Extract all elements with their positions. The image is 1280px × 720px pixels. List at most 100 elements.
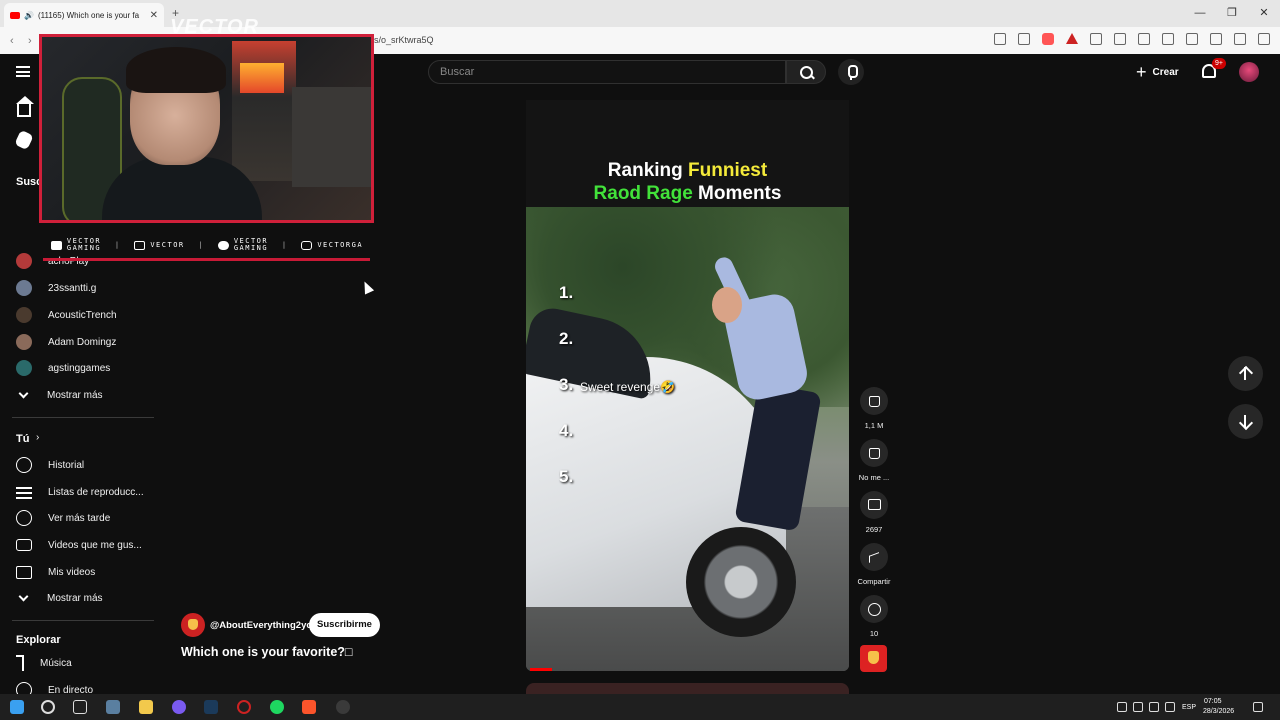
sidebar-channel[interactable]: AcousticTrench [16, 305, 117, 325]
clock-time[interactable]: 07:05 [1204, 697, 1222, 706]
show-more-label: Mostrar más [47, 592, 103, 604]
search-button[interactable] [786, 60, 826, 84]
short-description: Which one is your favorite?□ [181, 645, 353, 659]
next-short-preview[interactable] [526, 683, 849, 694]
sidebar-toggle-icon[interactable] [1162, 33, 1174, 45]
windows-start-icon[interactable] [10, 700, 24, 714]
steam-icon[interactable] [204, 700, 218, 714]
opera-icon[interactable] [237, 700, 251, 714]
thumbs-down-icon[interactable] [860, 439, 888, 467]
channel-handle[interactable]: @AboutEverything2yo [210, 620, 312, 631]
sidebar-item-your-videos[interactable]: Mis videos [16, 562, 95, 582]
close-window-button[interactable]: ✕ [1248, 0, 1280, 27]
sidebar-item-liked-videos[interactable]: Videos que me gus... [16, 535, 142, 555]
comments-action[interactable]: 2697 [856, 491, 892, 534]
hamburger-menu-icon[interactable] [16, 66, 30, 77]
menu-icon[interactable] [1258, 33, 1270, 45]
sidebar-item-label: Videos que me gus... [48, 539, 142, 551]
social-label: VECTOR [150, 241, 185, 249]
spotify-icon[interactable] [270, 700, 284, 714]
url-text[interactable]: s/o_srKtwra5Q [374, 35, 434, 45]
remix-icon[interactable] [860, 595, 888, 623]
notifications-icon[interactable] [1253, 702, 1263, 712]
file-explorer-icon[interactable] [139, 700, 153, 714]
home-icon[interactable] [16, 96, 34, 117]
discord-icon[interactable] [172, 700, 186, 714]
channel-avatar-small[interactable] [860, 645, 887, 672]
account-avatar[interactable] [1239, 62, 1259, 82]
tray-icon[interactable] [1117, 702, 1127, 712]
close-tab-icon[interactable]: ✕ [150, 10, 158, 21]
app-icon[interactable] [106, 700, 120, 714]
search-icon[interactable] [41, 700, 55, 714]
voice-search-icon[interactable] [838, 59, 864, 85]
dislike-action[interactable]: No me ... [856, 439, 892, 482]
share-icon[interactable] [860, 543, 888, 571]
title-text-yellow: Funniest [688, 160, 768, 181]
brave-browser-icon[interactable] [302, 700, 316, 714]
comment-icon[interactable] [860, 491, 888, 519]
channel-avatar[interactable] [181, 613, 205, 637]
show-more-subscriptions[interactable]: Mostrar más [16, 385, 103, 405]
task-view-icon[interactable] [73, 700, 87, 714]
sidebar-item-label: Música [40, 657, 72, 669]
you-heading[interactable]: Tú [16, 433, 29, 445]
twitch-icon [134, 240, 146, 250]
volume-icon[interactable] [1165, 702, 1175, 712]
brave-shields-icon[interactable] [1042, 33, 1054, 45]
channel-avatar [16, 307, 32, 323]
show-more-label: Mostrar más [47, 389, 103, 401]
streamer-webcam-overlay [39, 34, 374, 223]
network-icon[interactable] [1149, 702, 1159, 712]
shorts-icon[interactable] [14, 129, 34, 151]
channel-avatar [16, 334, 32, 350]
sidebar-item-history[interactable]: Historial [16, 455, 84, 475]
social-label: VECTORGA [317, 241, 364, 249]
youtube-favicon-icon [10, 11, 20, 19]
like-action[interactable]: 1,1 M [856, 387, 892, 430]
chevron-down-icon [18, 388, 29, 398]
tab-search-icon[interactable] [1114, 33, 1126, 45]
thumbs-up-icon [16, 539, 32, 551]
thumbs-up-icon[interactable] [860, 387, 888, 415]
wallet-icon[interactable] [1186, 33, 1198, 45]
tray-chevron-icon[interactable] [1101, 702, 1111, 712]
clock-date[interactable]: 28/3/2026 [1203, 707, 1234, 716]
create-button[interactable]: + Crear [1136, 60, 1179, 84]
sidebar-item-playlists[interactable]: Listas de reproducc... [16, 482, 144, 502]
restore-button[interactable]: ❐ [1216, 0, 1248, 27]
obs-icon[interactable] [336, 700, 350, 714]
subscribe-button[interactable]: Suscribirme [309, 613, 380, 637]
microphone-icon[interactable] [1133, 702, 1143, 712]
channel-avatar [16, 253, 32, 269]
minimize-button[interactable]: — [1184, 0, 1216, 27]
sidebar-channel[interactable]: agstinggames [16, 358, 110, 378]
share-page-icon[interactable] [1018, 33, 1030, 45]
back-icon[interactable]: ‹ [10, 35, 28, 47]
leo-ai-icon[interactable] [1210, 33, 1222, 45]
search-input[interactable]: Buscar [428, 60, 786, 84]
extensions-icon[interactable] [1090, 33, 1102, 45]
language-indicator[interactable]: ESP [1182, 703, 1196, 712]
sidebar-item-music[interactable]: Música [16, 653, 72, 673]
arcade-cabinet [232, 41, 296, 181]
short-video-player[interactable] [526, 207, 849, 671]
channel-name: agstinggames [48, 362, 111, 374]
browser-tab[interactable]: 🔊 (11165) Which one is your fa ✕ [4, 3, 164, 27]
media-icon[interactable] [1138, 33, 1150, 45]
next-short-button[interactable] [1228, 404, 1263, 439]
video-progress-bar[interactable] [530, 668, 552, 671]
sidebar-channel[interactable]: 23ssantti.g [16, 278, 96, 298]
rank-label: 5. [559, 467, 574, 486]
streamer-hair [126, 47, 226, 93]
share-action[interactable]: Compartir [856, 543, 892, 586]
remix-action[interactable]: 10 [856, 595, 892, 638]
cast-icon[interactable] [994, 33, 1006, 45]
previous-short-button[interactable] [1228, 356, 1263, 391]
sidebar-item-watch-later[interactable]: Ver más tarde [16, 508, 110, 528]
show-more-you[interactable]: Mostrar más [16, 588, 103, 608]
sidebar-channel[interactable]: Adam Domingz [16, 332, 116, 352]
vpn-icon[interactable] [1234, 33, 1246, 45]
brave-rewards-icon[interactable] [1066, 33, 1078, 44]
playlists-icon [16, 487, 32, 499]
